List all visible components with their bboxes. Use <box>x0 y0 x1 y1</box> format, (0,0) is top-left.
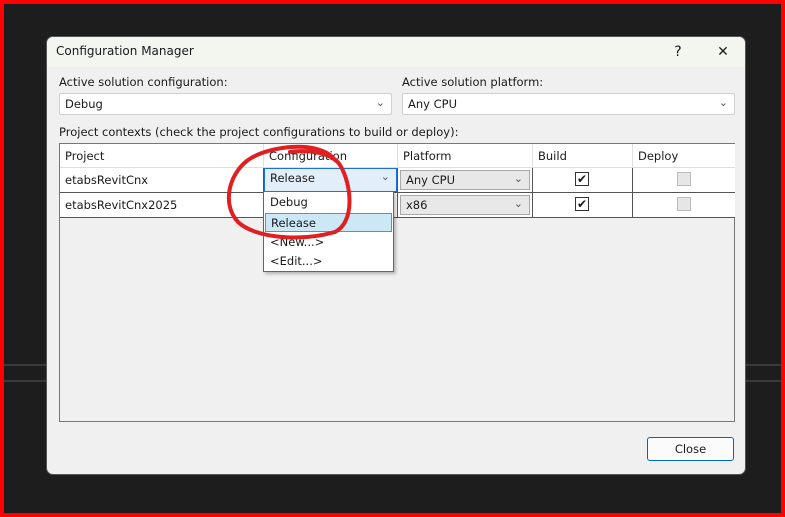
configuration-dropdown-list: Debug Release <New...> <Edit...> <box>263 191 394 272</box>
chevron-down-icon: ⌄ <box>375 96 385 109</box>
chevron-down-icon: ⌄ <box>380 170 390 183</box>
column-header-configuration: Configuration <box>264 144 398 168</box>
dropdown-option-debug[interactable]: Debug <box>265 193 392 212</box>
active-config-label: Active solution configuration: <box>59 75 228 89</box>
chevron-down-icon: ⌄ <box>513 172 523 185</box>
column-header-build: Build <box>533 144 633 168</box>
configuration-combo[interactable]: Release ⌄ <box>264 168 397 192</box>
project-name-cell: etabsRevitCnx2025 <box>60 193 264 218</box>
build-checkbox[interactable]: ✔ <box>575 172 589 186</box>
close-icon[interactable]: ✕ <box>708 40 738 64</box>
build-cell: ✔ <box>533 193 633 218</box>
help-button[interactable]: ? <box>663 40 693 64</box>
platform-combo[interactable]: x86 ⌄ <box>400 195 530 215</box>
project-name-cell: etabsRevitCnx <box>60 168 264 193</box>
project-contexts-grid: Project Configuration Platform Build Dep… <box>59 143 735 422</box>
column-header-deploy: Deploy <box>633 144 735 168</box>
configuration-manager-dialog: Configuration Manager ? ✕ Active solutio… <box>46 36 746 475</box>
configuration-value: Release <box>270 171 315 185</box>
close-button[interactable]: Close <box>647 437 734 461</box>
active-platform-label: Active solution platform: <box>402 75 544 89</box>
platform-cell[interactable]: x86 ⌄ <box>398 193 533 218</box>
deploy-cell <box>633 168 735 193</box>
deploy-checkbox <box>677 172 691 186</box>
build-checkbox[interactable]: ✔ <box>575 197 589 211</box>
project-contexts-label: Project contexts (check the project conf… <box>59 125 459 139</box>
active-platform-value: Any CPU <box>408 97 457 111</box>
title-bar: Configuration Manager ? ✕ <box>47 37 745 67</box>
chevron-down-icon: ⌄ <box>718 96 728 109</box>
active-platform-combo[interactable]: Any CPU ⌄ <box>402 93 735 115</box>
dropdown-option-new[interactable]: <New...> <box>265 233 392 252</box>
platform-cell[interactable]: Any CPU ⌄ <box>398 168 533 193</box>
platform-combo[interactable]: Any CPU ⌄ <box>400 170 530 190</box>
deploy-cell <box>633 193 735 218</box>
platform-value: x86 <box>406 198 428 212</box>
active-config-value: Debug <box>65 97 103 111</box>
platform-value: Any CPU <box>406 173 455 187</box>
active-config-combo[interactable]: Debug ⌄ <box>59 93 392 115</box>
configuration-cell[interactable]: Release ⌄ <box>264 168 398 193</box>
chevron-down-icon: ⌄ <box>513 197 523 210</box>
build-cell: ✔ <box>533 168 633 193</box>
dropdown-option-edit[interactable]: <Edit...> <box>265 252 392 271</box>
deploy-checkbox <box>677 197 691 211</box>
dialog-title: Configuration Manager <box>56 44 194 58</box>
column-header-project: Project <box>60 144 264 168</box>
dropdown-option-release[interactable]: Release <box>265 213 392 232</box>
column-header-platform: Platform <box>398 144 533 168</box>
